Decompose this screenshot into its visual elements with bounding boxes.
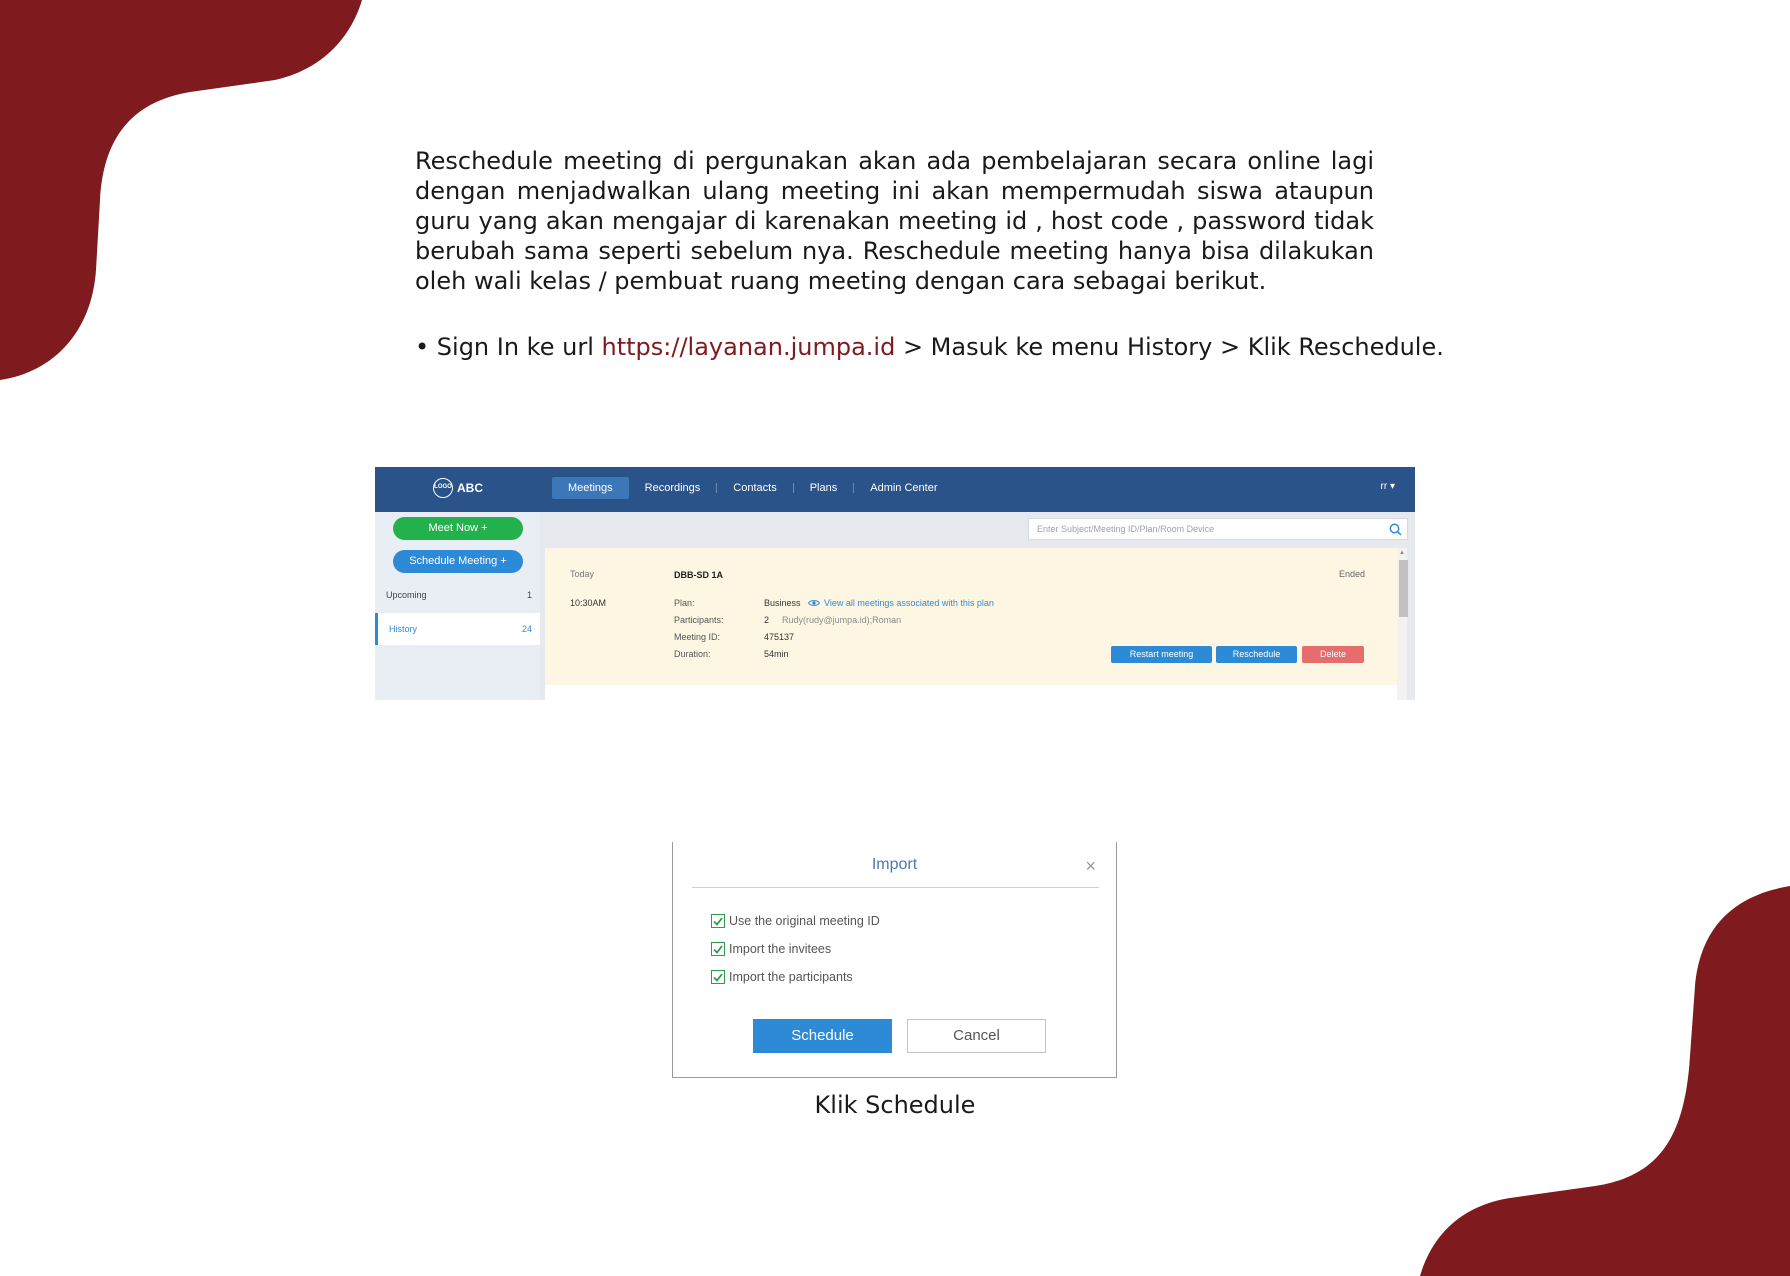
import-dialog: Import × Use the original meeting ID Imp…: [672, 842, 1117, 1078]
schedule-meeting-button[interactable]: Schedule Meeting +: [393, 550, 523, 573]
reschedule-button[interactable]: Reschedule: [1216, 646, 1297, 663]
search-placeholder: Enter Subject/Meeting ID/Plan/Room Devic…: [1037, 524, 1215, 534]
meet-now-button[interactable]: Meet Now +: [393, 517, 523, 540]
meeting-subject: DBB-SD 1A: [674, 570, 724, 580]
sidebar-item-count: 1: [526, 590, 532, 600]
restart-meeting-button[interactable]: Restart meeting: [1111, 646, 1212, 663]
jumpa-url-link[interactable]: https://layanan.jumpa.id: [602, 333, 896, 361]
sidebar-item-label: History: [389, 624, 418, 634]
participants-count: 2: [764, 615, 770, 625]
schedule-button[interactable]: Schedule: [753, 1019, 892, 1053]
sidebar-item-label: Upcoming: [386, 590, 427, 600]
scrollbar-thumb[interactable]: [1399, 560, 1408, 617]
option-label: Import the invitees: [729, 942, 832, 956]
app-header: LOGO ABC Meetings Recordings Contacts Pl…: [375, 467, 1415, 512]
search-input[interactable]: Enter Subject/Meeting ID/Plan/Room Devic…: [1028, 518, 1408, 540]
nav-meetings[interactable]: Meetings: [552, 477, 629, 499]
dialog-divider: [692, 887, 1099, 888]
app-logo[interactable]: LOGO ABC: [433, 478, 483, 498]
search-icon[interactable]: [1389, 523, 1402, 536]
delete-button[interactable]: Delete: [1302, 646, 1364, 663]
corner-wave-top-left: [0, 0, 362, 380]
plan-value: Business: [764, 598, 801, 608]
participants-names: Rudy(rudy@jumpa.id);Roman: [782, 615, 902, 625]
option-import-invitees[interactable]: Import the invitees: [711, 942, 831, 956]
duration-value: 54min: [764, 649, 789, 659]
option-label: Import the participants: [729, 970, 853, 984]
cancel-button[interactable]: Cancel: [907, 1019, 1046, 1053]
sidebar-item-upcoming[interactable]: Upcoming 1: [375, 579, 540, 611]
meeting-id-label: Meeting ID:: [674, 632, 721, 642]
option-import-participants[interactable]: Import the participants: [711, 970, 853, 984]
intro-paragraph: Reschedule meeting di pergunakan akan ad…: [415, 147, 1374, 295]
duration-label: Duration:: [674, 649, 711, 659]
checkbox-checked-icon[interactable]: [711, 970, 725, 984]
view-plan-meetings-link[interactable]: View all meetings associated with this p…: [808, 598, 994, 608]
corner-wave-bottom-right: [1420, 886, 1790, 1276]
sidebar-item-history[interactable]: History 24: [375, 613, 540, 645]
instruction-step: • Sign In ke url https://layanan.jumpa.i…: [415, 332, 1444, 362]
status-badge: Ended: [1339, 569, 1366, 579]
sidebar-item-count: 24: [521, 624, 532, 634]
user-menu[interactable]: rr ▾: [1381, 481, 1395, 492]
meeting-id-value: 475137: [764, 632, 795, 642]
logo-text: ABC: [457, 481, 483, 495]
close-icon[interactable]: ×: [1085, 856, 1096, 877]
meeting-history-screenshot: LOGO ABC Meetings Recordings Contacts Pl…: [375, 467, 1415, 700]
dialog-title: Import: [871, 856, 918, 873]
meeting-card: Today 10:30AM DBB-SD 1A Ended Plan: Busi…: [545, 548, 1397, 686]
scroll-up-arrow-icon[interactable]: ▲: [1399, 550, 1405, 556]
nav-plans[interactable]: Plans: [794, 477, 854, 499]
participants-label: Participants:: [674, 615, 724, 625]
checkbox-checked-icon[interactable]: [711, 942, 725, 956]
next-card-placeholder: [545, 685, 1397, 700]
figure-caption: Klik Schedule: [814, 1091, 976, 1119]
nav-contacts[interactable]: Contacts: [717, 477, 792, 499]
instruction-suffix: > Masuk ke menu History > Klik Reschedul…: [895, 333, 1444, 361]
instruction-prefix: • Sign In ke url: [415, 333, 602, 361]
eye-icon: [808, 600, 820, 606]
option-label: Use the original meeting ID: [729, 914, 880, 928]
logo-badge: LOGO: [433, 478, 453, 498]
nav-admin-center[interactable]: Admin Center: [854, 477, 953, 499]
checkbox-checked-icon[interactable]: [711, 914, 725, 928]
sidebar: Meet Now + Schedule Meeting + Upcoming 1…: [375, 512, 540, 700]
nav-recordings[interactable]: Recordings: [629, 477, 717, 499]
meeting-day: Today: [570, 569, 595, 579]
option-original-meeting-id[interactable]: Use the original meeting ID: [711, 914, 880, 928]
view-plan-link-text: View all meetings associated with this p…: [824, 598, 994, 608]
meeting-time: 10:30AM: [570, 598, 607, 608]
main-nav: Meetings Recordings Contacts Plans Admin…: [552, 477, 954, 499]
plan-label: Plan:: [674, 598, 695, 608]
